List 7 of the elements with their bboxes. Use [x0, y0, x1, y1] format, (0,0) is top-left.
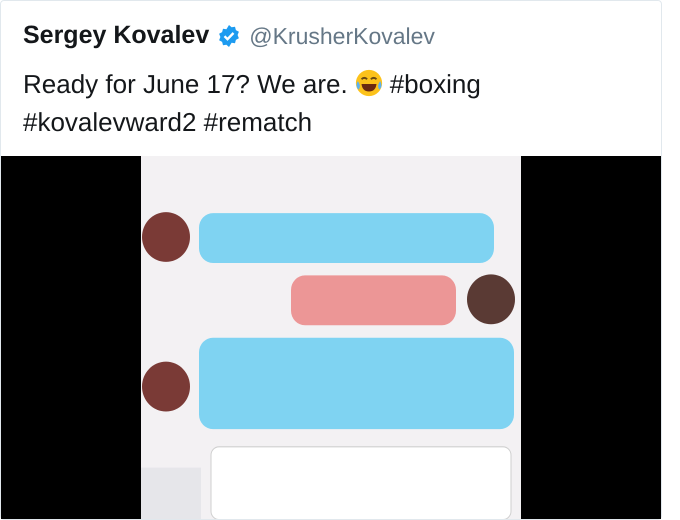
hashtag[interactable]: #boxing [390, 68, 481, 98]
hashtags[interactable]: #kovalevward2 #rematch [23, 106, 312, 136]
video-player[interactable] [1, 156, 661, 519]
tweet-text: Ready for June 17? We are. [23, 68, 348, 98]
author-name[interactable]: Sergey Kovalev [23, 17, 210, 54]
laughing-emoji-icon [354, 68, 384, 98]
author-handle[interactable]: @KrusherKovalev [249, 18, 435, 53]
